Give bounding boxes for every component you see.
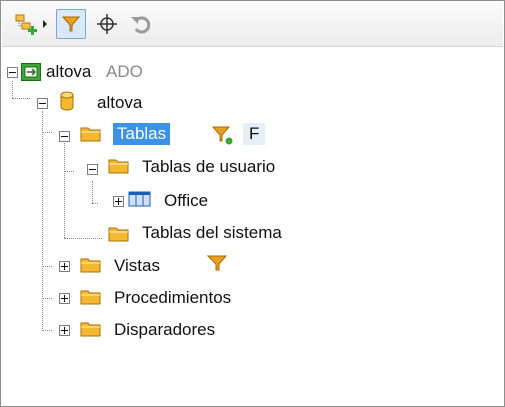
add-object-dropdown[interactable]: [38, 9, 52, 39]
tree-connector: [64, 238, 102, 239]
connection-type: ADO: [106, 62, 143, 81]
filter-button[interactable]: [56, 9, 86, 39]
filter-icon: [61, 16, 81, 32]
vistas-label[interactable]: Vistas: [114, 256, 160, 276]
tree-connector: [12, 81, 13, 98]
database-icon: [60, 91, 74, 111]
expand-toggle[interactable]: [59, 261, 70, 272]
collapse-toggle[interactable]: [37, 98, 48, 109]
tablas-usuario-label[interactable]: Tablas de usuario: [142, 157, 275, 177]
toolbar: [2, 2, 503, 47]
refresh-icon: [131, 16, 151, 34]
folder-icon: [80, 322, 101, 337]
collapse-toggle[interactable]: [87, 164, 98, 175]
procedimientos-label[interactable]: Procedimientos: [114, 288, 231, 308]
database-explorer-panel: altova ADO altova Tablas F Tablas de usu…: [0, 0, 505, 407]
tablas-node-label[interactable]: Tablas: [113, 123, 171, 145]
refresh-button[interactable]: [126, 9, 156, 39]
table-icon: [128, 191, 151, 207]
tree-connector: [42, 266, 52, 267]
disparadores-label[interactable]: Disparadores: [114, 320, 215, 340]
filter-icon[interactable]: [206, 254, 228, 272]
tree-connector: [42, 298, 52, 299]
collapse-toggle[interactable]: [7, 67, 18, 78]
tree-connector: [64, 171, 74, 172]
folder-icon: [108, 227, 129, 242]
locate-icon: [97, 14, 117, 34]
tree-connector: [92, 203, 98, 204]
folder-icon: [80, 290, 101, 305]
filter-applied-icon[interactable]: [210, 124, 234, 146]
collapse-toggle[interactable]: [59, 131, 70, 142]
tree-connector: [92, 181, 93, 203]
tree-connector: [42, 330, 52, 331]
tree-connector: [12, 98, 30, 99]
ado-connection-icon: [21, 63, 41, 81]
filter-text-box[interactable]: F: [243, 123, 266, 145]
expand-toggle[interactable]: [59, 325, 70, 336]
folder-icon: [80, 258, 101, 273]
database-name[interactable]: altova: [97, 93, 142, 113]
expand-toggle[interactable]: [59, 293, 70, 304]
locate-button[interactable]: [92, 9, 122, 39]
expand-toggle[interactable]: [113, 196, 124, 207]
connection-name[interactable]: altova: [46, 62, 91, 82]
dropdown-arrow-icon: [43, 20, 47, 28]
tree-connector: [42, 132, 52, 133]
folder-icon: [108, 159, 129, 174]
folder-icon: [80, 127, 101, 142]
office-table-label[interactable]: Office: [164, 191, 208, 211]
tablas-sistema-label[interactable]: Tablas del sistema: [142, 223, 282, 243]
tree-connector: [64, 143, 65, 238]
object-tree: altova ADO altova Tablas F Tablas de usu…: [1, 47, 504, 406]
